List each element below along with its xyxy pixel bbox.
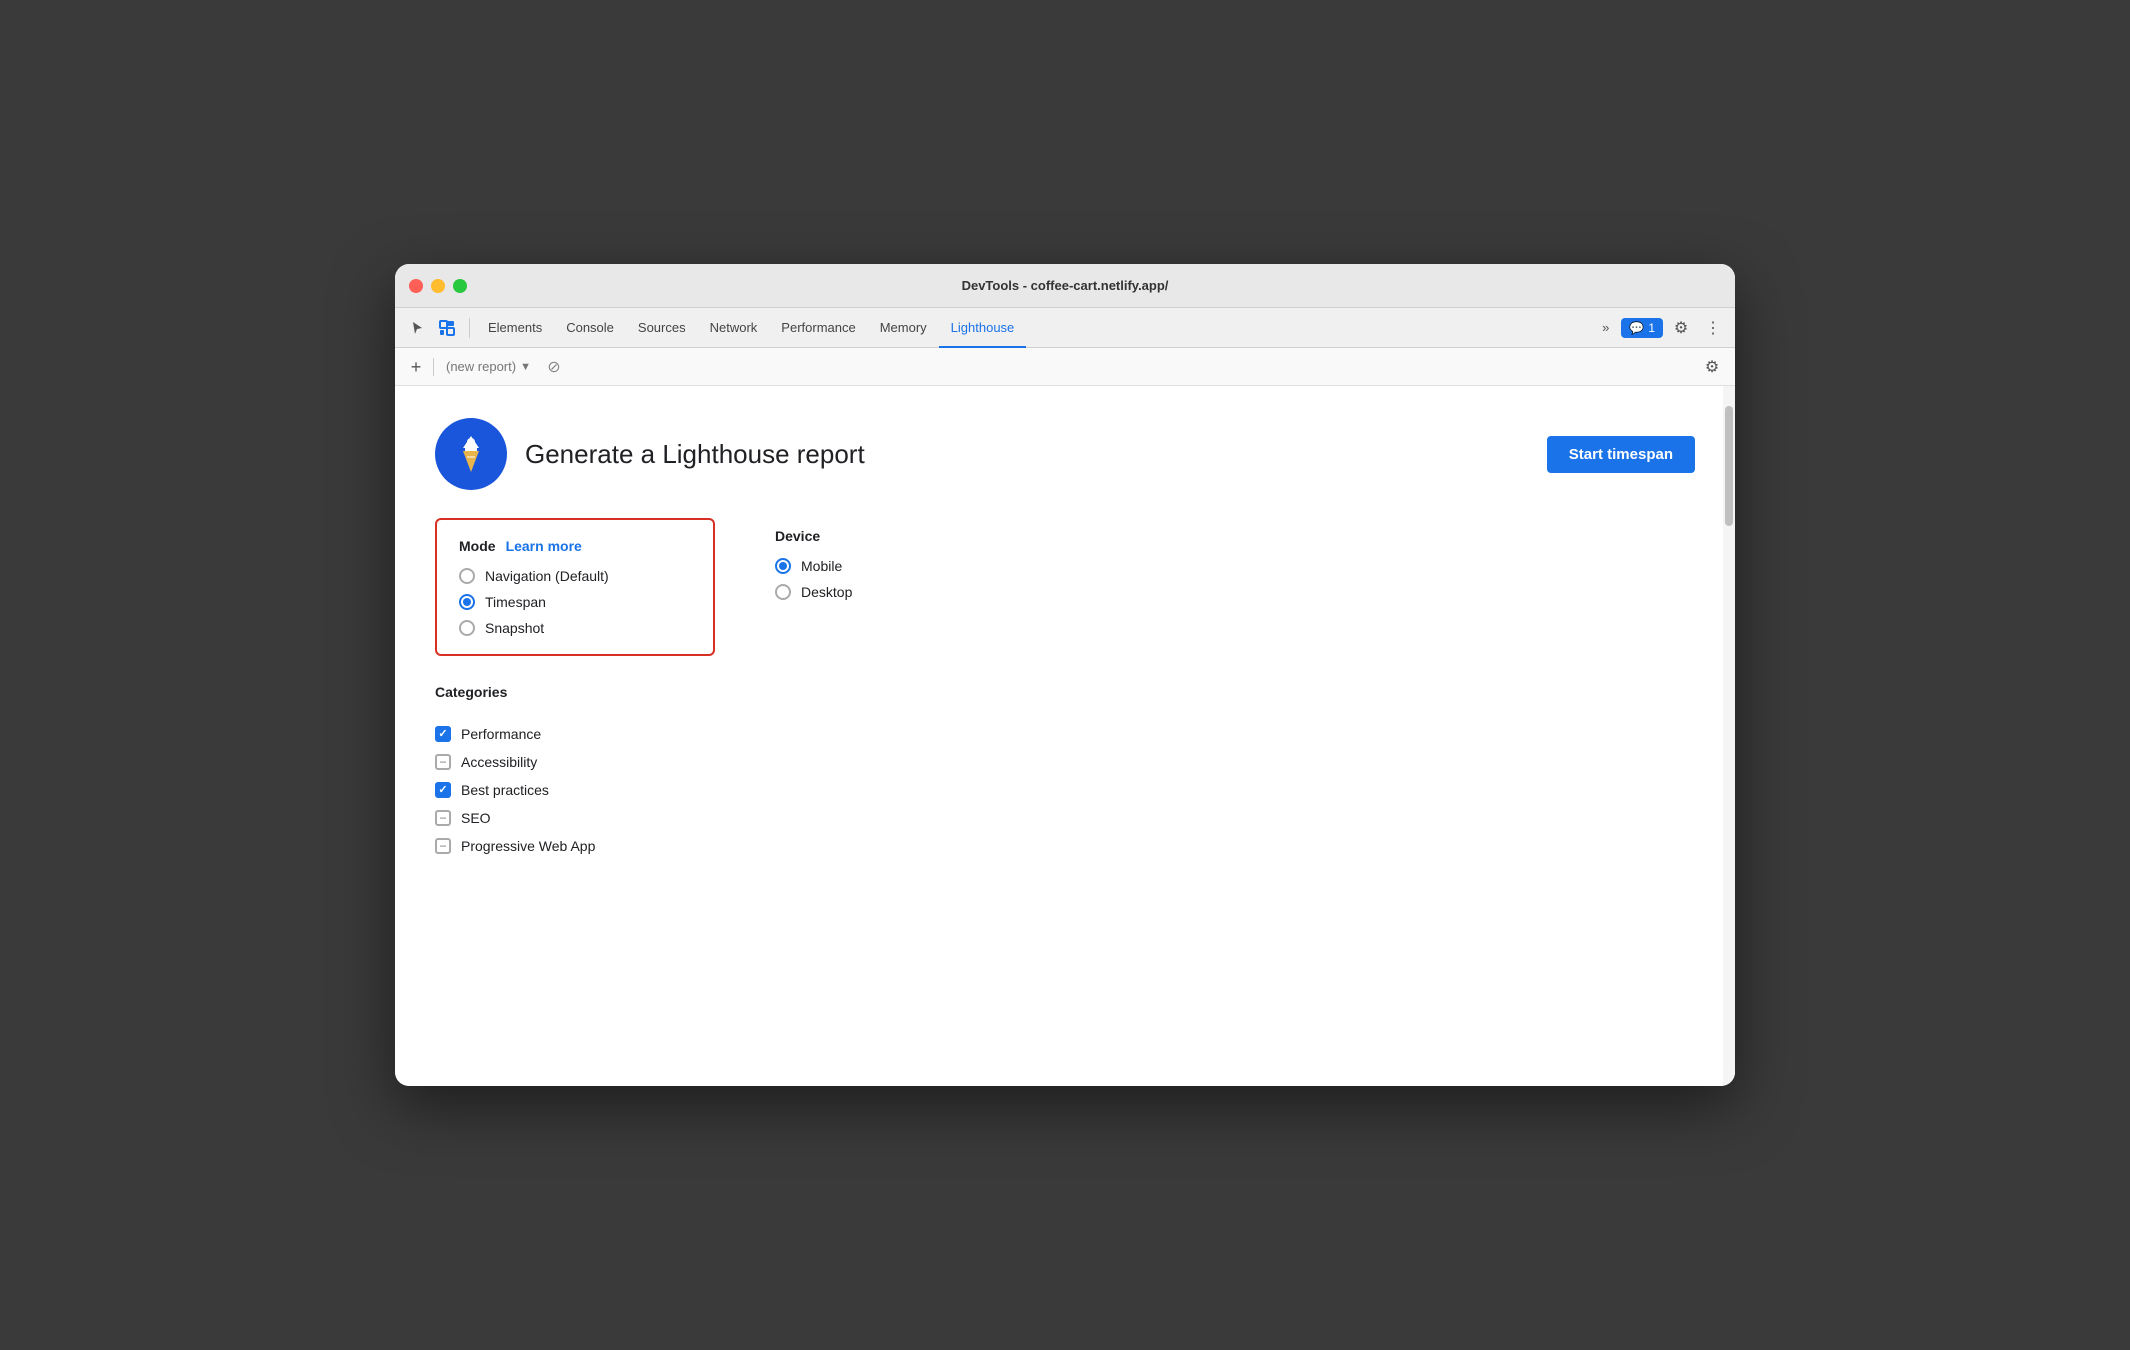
more-tabs-button[interactable]: » <box>1594 314 1617 342</box>
device-mobile-label: Mobile <box>801 558 842 574</box>
mode-timespan-radio[interactable] <box>459 594 475 610</box>
mode-snapshot-option[interactable]: Snapshot <box>459 620 691 636</box>
tab-divider <box>469 318 470 338</box>
lighthouse-logo <box>435 418 507 490</box>
toolbar-settings-icon[interactable]: ⚙ <box>1699 354 1725 380</box>
categories-section: Categories ✓ Performance − Accessibility… <box>435 684 1695 854</box>
device-desktop-radio[interactable] <box>775 584 791 600</box>
console-badge-button[interactable]: 💬 1 <box>1621 318 1663 338</box>
devtools-tabs: Elements Console Sources Network Perform… <box>395 308 1735 348</box>
toolbar: + (new report) ▼ ⊘ ⚙ <box>395 348 1735 386</box>
tab-elements[interactable]: Elements <box>476 308 554 348</box>
category-pwa-option[interactable]: − Progressive Web App <box>435 838 1695 854</box>
window-title: DevTools - coffee-cart.netlify.app/ <box>962 278 1169 293</box>
main-content: Generate a Lighthouse report Start times… <box>395 386 1735 1086</box>
tab-network[interactable]: Network <box>698 308 770 348</box>
mode-snapshot-label: Snapshot <box>485 620 544 636</box>
device-desktop-label: Desktop <box>801 584 852 600</box>
category-seo-checkbox[interactable]: − <box>435 810 451 826</box>
dash-icon: − <box>439 812 446 824</box>
mode-navigation-radio[interactable] <box>459 568 475 584</box>
cursor-icon[interactable] <box>403 314 431 342</box>
category-accessibility-checkbox[interactable]: − <box>435 754 451 770</box>
more-menu-icon[interactable]: ⋮ <box>1699 314 1727 342</box>
chevron-down-icon: ▼ <box>520 361 531 373</box>
chat-icon: 💬 <box>1629 321 1644 335</box>
settings-icon[interactable]: ⚙ <box>1667 314 1695 342</box>
category-pwa-checkbox[interactable]: − <box>435 838 451 854</box>
category-best-practices-option[interactable]: ✓ Best practices <box>435 782 1695 798</box>
device-mobile-radio-dot <box>779 562 787 570</box>
category-best-practices-checkbox[interactable]: ✓ <box>435 782 451 798</box>
tab-sources[interactable]: Sources <box>626 308 698 348</box>
scrollbar-track[interactable] <box>1723 386 1735 1086</box>
scrollbar-thumb[interactable] <box>1725 406 1733 526</box>
close-button[interactable] <box>409 279 423 293</box>
mode-title: Mode <box>459 538 496 554</box>
inspector-icon[interactable] <box>433 314 461 342</box>
start-timespan-button[interactable]: Start timespan <box>1547 436 1695 473</box>
device-desktop-option[interactable]: Desktop <box>775 584 852 600</box>
page-title: Generate a Lighthouse report <box>525 439 865 470</box>
report-name: (new report) <box>446 359 516 374</box>
category-performance-option[interactable]: ✓ Performance <box>435 726 1695 742</box>
category-seo-option[interactable]: − SEO <box>435 810 1695 826</box>
title-bar: DevTools - coffee-cart.netlify.app/ <box>395 264 1735 308</box>
maximize-button[interactable] <box>453 279 467 293</box>
tab-lighthouse[interactable]: Lighthouse <box>939 308 1027 348</box>
category-pwa-label: Progressive Web App <box>461 838 595 854</box>
checkmark-icon: ✓ <box>438 729 447 740</box>
mode-timespan-radio-dot <box>463 598 471 606</box>
checkmark-icon: ✓ <box>438 785 447 796</box>
cancel-report-button[interactable]: ⊘ <box>543 356 565 378</box>
device-title: Device <box>775 528 852 544</box>
badge-count: 1 <box>1648 321 1655 335</box>
device-mobile-radio[interactable] <box>775 558 791 574</box>
add-report-button[interactable]: + <box>405 356 427 378</box>
device-section: Device Mobile Desktop <box>775 518 852 610</box>
traffic-lights <box>409 279 467 293</box>
tab-performance[interactable]: Performance <box>769 308 867 348</box>
device-mobile-option[interactable]: Mobile <box>775 558 852 574</box>
category-performance-label: Performance <box>461 726 541 742</box>
mode-timespan-label: Timespan <box>485 594 546 610</box>
mode-navigation-option[interactable]: Navigation (Default) <box>459 568 691 584</box>
mode-snapshot-radio[interactable] <box>459 620 475 636</box>
mode-section: Mode Learn more Navigation (Default) Tim… <box>435 518 715 656</box>
devtools-window: DevTools - coffee-cart.netlify.app/ Elem… <box>395 264 1735 1086</box>
dash-icon: − <box>439 756 446 768</box>
tabs-right: » 💬 1 ⚙ ⋮ <box>1594 314 1727 342</box>
minimize-button[interactable] <box>431 279 445 293</box>
category-accessibility-option[interactable]: − Accessibility <box>435 754 1695 770</box>
tab-memory[interactable]: Memory <box>868 308 939 348</box>
header-left: Generate a Lighthouse report <box>435 418 865 490</box>
learn-more-link[interactable]: Learn more <box>506 538 582 554</box>
categories-title: Categories <box>435 684 1695 700</box>
header-row: Generate a Lighthouse report Start times… <box>435 418 1695 490</box>
mode-navigation-label: Navigation (Default) <box>485 568 609 584</box>
dash-icon: − <box>439 840 446 852</box>
tab-console[interactable]: Console <box>554 308 626 348</box>
category-best-practices-label: Best practices <box>461 782 549 798</box>
mode-timespan-option[interactable]: Timespan <box>459 594 691 610</box>
category-performance-checkbox[interactable]: ✓ <box>435 726 451 742</box>
mode-device-row: Mode Learn more Navigation (Default) Tim… <box>435 518 1695 656</box>
category-seo-label: SEO <box>461 810 491 826</box>
report-dropdown[interactable]: (new report) ▼ <box>440 356 537 377</box>
category-accessibility-label: Accessibility <box>461 754 537 770</box>
toolbar-divider <box>433 358 434 376</box>
